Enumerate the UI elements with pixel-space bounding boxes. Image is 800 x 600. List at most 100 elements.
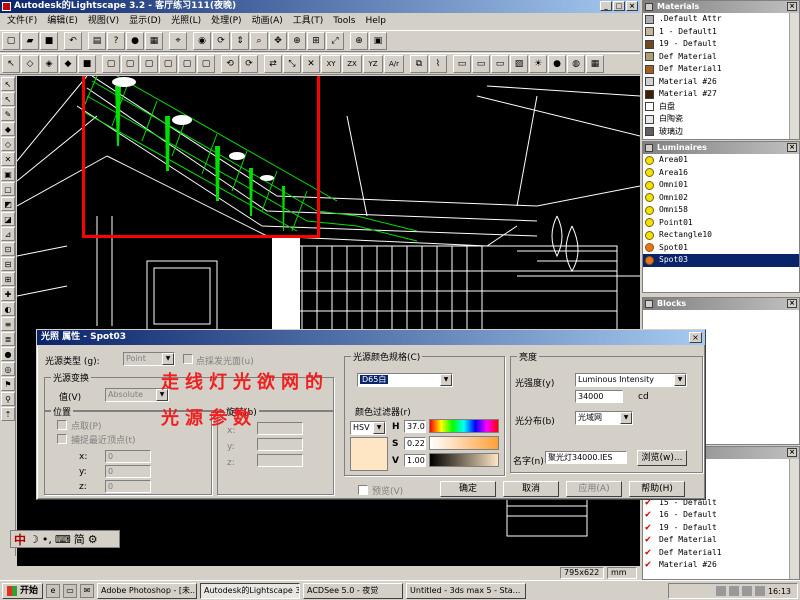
menu-process[interactable]: 处理(P) bbox=[206, 13, 246, 29]
menu-file[interactable]: 文件(F) bbox=[2, 13, 42, 29]
pan-icon[interactable]: ✥ bbox=[269, 32, 287, 50]
snap-vertex-checkbox[interactable] bbox=[57, 434, 67, 444]
volume-icon[interactable] bbox=[754, 586, 765, 596]
ie-icon[interactable]: e bbox=[46, 583, 61, 598]
cube-5-icon[interactable]: ▢ bbox=[178, 55, 196, 73]
ime-punct-icon[interactable]: •, bbox=[42, 533, 52, 546]
menu-help[interactable]: Help bbox=[360, 13, 391, 29]
tray-icon[interactable] bbox=[741, 586, 752, 596]
dialog-close-icon[interactable]: × bbox=[689, 332, 702, 343]
sphere-icon[interactable]: ● bbox=[548, 55, 566, 73]
properties-icon[interactable]: ▦ bbox=[145, 32, 163, 50]
pos-x-field[interactable]: 0 bbox=[105, 450, 151, 463]
material-item[interactable]: Def Material bbox=[643, 51, 799, 64]
cancel-button[interactable]: 取消 bbox=[503, 481, 559, 497]
luminaire-item[interactable]: Omni01 bbox=[643, 179, 799, 192]
panel-close-icon[interactable]: × bbox=[787, 2, 797, 11]
tool-s-icon[interactable]: ⇡ bbox=[1, 407, 15, 421]
solid-box-icon[interactable]: ◆ bbox=[59, 55, 77, 73]
zoom-extents-icon[interactable]: ⊞ bbox=[307, 32, 325, 50]
browse-button[interactable]: 浏览(w)... bbox=[637, 450, 687, 466]
material-item[interactable]: 玻璃边 bbox=[643, 126, 799, 139]
layer-item[interactable]: ✔ Def Material bbox=[643, 534, 799, 547]
menu-edit[interactable]: 编辑(E) bbox=[42, 13, 83, 29]
show-icon[interactable]: ▭ bbox=[491, 55, 509, 73]
ime-tool-icon[interactable]: ⚙ bbox=[88, 533, 98, 546]
material-item[interactable]: 白盘 bbox=[643, 101, 799, 114]
hidden-line-icon[interactable]: ◈ bbox=[40, 55, 58, 73]
layer-item[interactable]: ✔ 16 - Default bbox=[643, 509, 799, 522]
maximize-button[interactable]: □ bbox=[613, 1, 625, 11]
pointer-icon[interactable]: ↖ bbox=[1, 77, 15, 91]
s-field[interactable]: 0.22 bbox=[404, 437, 426, 450]
material-item[interactable]: .Default Attr bbox=[643, 13, 799, 26]
ime-bar[interactable]: 中 ☽ •, ⌨ 简 ⚙ bbox=[10, 530, 120, 548]
luminaire-item[interactable]: Area01 bbox=[643, 154, 799, 167]
luminaire-item[interactable]: Area16 bbox=[643, 167, 799, 180]
wire-box-icon[interactable]: ◇ bbox=[21, 55, 39, 73]
tool-d-icon[interactable]: ▣ bbox=[1, 167, 15, 181]
zoom-icon[interactable]: ⌕ bbox=[250, 32, 268, 50]
material-item[interactable]: Material #27 bbox=[643, 88, 799, 101]
pick-icon[interactable]: ↖ bbox=[1, 92, 15, 106]
edit-icon[interactable]: ✎ bbox=[1, 107, 15, 121]
layer-icon[interactable]: ▭ bbox=[453, 55, 471, 73]
tool-a-icon[interactable]: ◆ bbox=[1, 122, 15, 136]
layer-item[interactable]: ✔ Material #26 bbox=[643, 559, 799, 572]
tool-i-icon[interactable]: ⊡ bbox=[1, 242, 15, 256]
value-select[interactable]: Absolute ▼ bbox=[105, 388, 169, 402]
view-yz-button[interactable]: YZ bbox=[363, 55, 383, 73]
zoom-in-icon[interactable]: ⊕ bbox=[350, 32, 368, 50]
ies-name-field[interactable]: 聚光灯34000.IES bbox=[545, 451, 627, 464]
task-3dsmax[interactable]: Untitled - 3ds max 5 - Sta... bbox=[406, 582, 527, 599]
menu-display[interactable]: 显示(D) bbox=[124, 13, 166, 29]
materials-scrollbar[interactable] bbox=[789, 13, 799, 139]
tool-q-icon[interactable]: ◎ bbox=[1, 362, 15, 376]
arrow-select-icon[interactable]: ↖ bbox=[2, 55, 20, 73]
light-icon[interactable]: ☀ bbox=[529, 55, 547, 73]
minimize-button[interactable]: _ bbox=[600, 1, 612, 11]
shaded-box-icon[interactable]: ■ bbox=[78, 55, 96, 73]
luminaire-item[interactable]: Omni02 bbox=[643, 192, 799, 205]
tool-c-icon[interactable]: ✕ bbox=[1, 152, 15, 166]
rot-y-field[interactable] bbox=[257, 438, 303, 451]
preview-checkbox[interactable] bbox=[358, 485, 368, 495]
dolly-icon[interactable]: ⇕ bbox=[231, 32, 249, 50]
tool-j-icon[interactable]: ⊟ bbox=[1, 257, 15, 271]
material-item[interactable]: 19 - Default bbox=[643, 38, 799, 51]
walk-icon[interactable]: ⚲ bbox=[1, 392, 15, 406]
tool-h-icon[interactable]: ⊿ bbox=[1, 227, 15, 241]
panel-close-icon[interactable]: × bbox=[787, 143, 797, 152]
material-item[interactable]: Def Material1 bbox=[643, 63, 799, 76]
task-lightscape[interactable]: Autodesk的Lightscape 3.... bbox=[200, 582, 301, 599]
view-ar-button[interactable]: A/r bbox=[384, 55, 404, 73]
tool-r-icon[interactable]: ⚑ bbox=[1, 377, 15, 391]
cube-4-icon[interactable]: ▢ bbox=[159, 55, 177, 73]
material-item[interactable]: 白陶瓷 bbox=[643, 113, 799, 126]
material-item[interactable]: Material #26 bbox=[643, 76, 799, 89]
save-icon[interactable]: ■ bbox=[40, 32, 58, 50]
stop-icon[interactable]: ● bbox=[126, 32, 144, 50]
intensity-type-select[interactable]: Luminous Intensity ▼ bbox=[575, 373, 687, 387]
saturation-slider[interactable] bbox=[429, 436, 499, 450]
rot-x-field[interactable] bbox=[257, 422, 303, 435]
cube-icon[interactable]: ▢ bbox=[102, 55, 120, 73]
tool-k-icon[interactable]: ⊞ bbox=[1, 272, 15, 286]
email-icon[interactable]: ✉ bbox=[80, 583, 95, 598]
grid-icon[interactable]: ▦ bbox=[586, 55, 604, 73]
zoom-window-icon[interactable]: ⊕ bbox=[288, 32, 306, 50]
help-button[interactable]: 帮助(H) bbox=[629, 481, 685, 497]
v-field[interactable]: 1.00 bbox=[404, 454, 426, 467]
tool-f-icon[interactable]: ◩ bbox=[1, 197, 15, 211]
check-icon[interactable]: ✔ bbox=[645, 522, 654, 535]
eye-icon[interactable]: ◉ bbox=[193, 32, 211, 50]
menu-view[interactable]: 视图(V) bbox=[83, 13, 124, 29]
tool-n-icon[interactable]: ≡ bbox=[1, 317, 15, 331]
menu-lighting[interactable]: 光照(L) bbox=[166, 13, 206, 29]
luminaire-item[interactable]: Spot03 bbox=[643, 254, 799, 267]
tool-p-icon[interactable]: ● bbox=[1, 347, 15, 361]
apply-button[interactable]: 应用(A) bbox=[566, 481, 622, 497]
ime-keyboard-icon[interactable]: ⌨ bbox=[55, 533, 71, 546]
select-icon[interactable]: ⌖ bbox=[169, 32, 187, 50]
tool-m-icon[interactable]: ◐ bbox=[1, 302, 15, 316]
